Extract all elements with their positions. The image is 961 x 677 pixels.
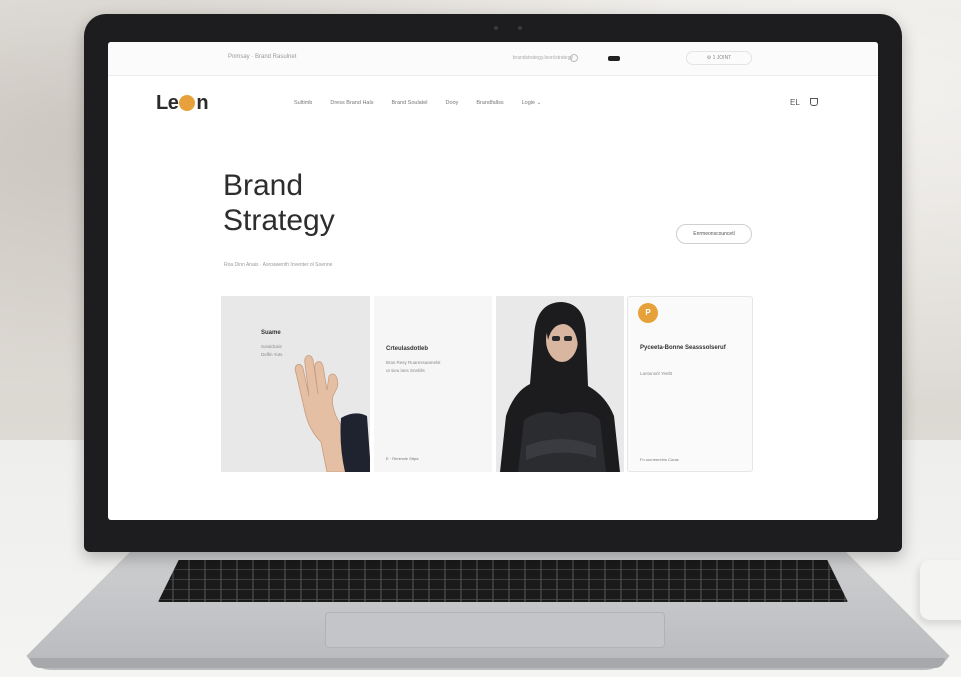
card-1-line-1: Sotuldcais — [261, 344, 282, 349]
address-bar[interactable]: brandstrategy.leon/strategy — [443, 52, 583, 64]
hand-image — [294, 355, 370, 472]
page-subtitle: Roa Dinn Anais · Asroawenth Inventer ol … — [224, 262, 333, 268]
card-4-footer: Fn ourneenrlns Curas — [640, 457, 679, 462]
site-logo[interactable]: Le n — [156, 92, 209, 115]
browser-tab-title[interactable]: Pomsay · Brand Rasulnet — [228, 54, 296, 60]
card-4[interactable]: P Pyceeta-Bonne Seasssolseruf Lantunsrit… — [627, 296, 753, 472]
card-2-title: Crteulasdotleb — [386, 346, 429, 352]
cta-button[interactable]: Enrmeonscouncetl — [676, 224, 752, 244]
cart-icon[interactable] — [809, 98, 818, 106]
webcam — [494, 26, 522, 32]
nav-item-5[interactable]: Brandfallss — [476, 100, 503, 106]
page-title-line-1: Brand — [223, 169, 304, 202]
card-grid: Suame Sotuldcais Delfin Yuts Crteulasdot… — [221, 296, 753, 472]
badge-icon: P — [638, 303, 658, 323]
keyboard-rows — [158, 560, 848, 602]
card-2-line-2: ut sieu lans Sneblls — [386, 368, 425, 373]
account-button[interactable]: ⚙ 1 JOINT — [686, 51, 752, 65]
language-switch[interactable]: EL — [790, 98, 800, 107]
card-1-line-2: Delfin Yuts — [261, 352, 283, 357]
search-icon[interactable] — [570, 54, 578, 62]
header-actions: EL — [790, 98, 818, 107]
nav-item-6[interactable]: Logie ⌄ — [522, 100, 542, 106]
card-3[interactable] — [496, 296, 624, 472]
card-2-line-1: Bras Resy Ruaressaamelst — [386, 360, 441, 365]
laptop-screen: Pomsay · Brand Rasulnet brandstrategy.le… — [108, 42, 878, 520]
nav-item-3[interactable]: Brand Soulatel — [391, 100, 427, 106]
logo-mark-icon — [179, 95, 196, 111]
card-1-title: Suame — [261, 330, 281, 336]
browser-topbar: Pomsay · Brand Rasulnet brandstrategy.le… — [108, 42, 878, 76]
nav-item-1[interactable]: Sultimb — [294, 100, 312, 106]
nav-item-2[interactable]: Dress Brand Hals — [330, 100, 373, 106]
laptop-base-edge — [30, 658, 945, 668]
logo-text-left: Le — [156, 92, 179, 114]
toggle-icon[interactable] — [608, 56, 620, 61]
mug — [920, 560, 961, 620]
card-2[interactable]: Crteulasdotleb Bras Resy Ruaressaamelst … — [374, 296, 492, 472]
main-nav: Sultimb Dress Brand Hals Brand Soulatel … — [294, 100, 541, 106]
card-1[interactable]: Suame Sotuldcais Delfin Yuts — [221, 296, 370, 472]
card-4-line-1: Lantunsrit Yeeltt — [640, 371, 673, 376]
person-image — [496, 296, 624, 472]
page-title: Brand Strategy — [223, 168, 463, 239]
page-title-line-2: Strategy — [223, 204, 335, 238]
logo-text-right: n — [196, 92, 209, 114]
card-4-title: Pyceeta-Bonne Seasssolseruf — [640, 345, 726, 351]
trackpad — [325, 612, 665, 648]
card-2-footer: E · Reninnle Sttpa — [386, 456, 419, 461]
nav-item-4[interactable]: Dooy — [446, 100, 459, 106]
